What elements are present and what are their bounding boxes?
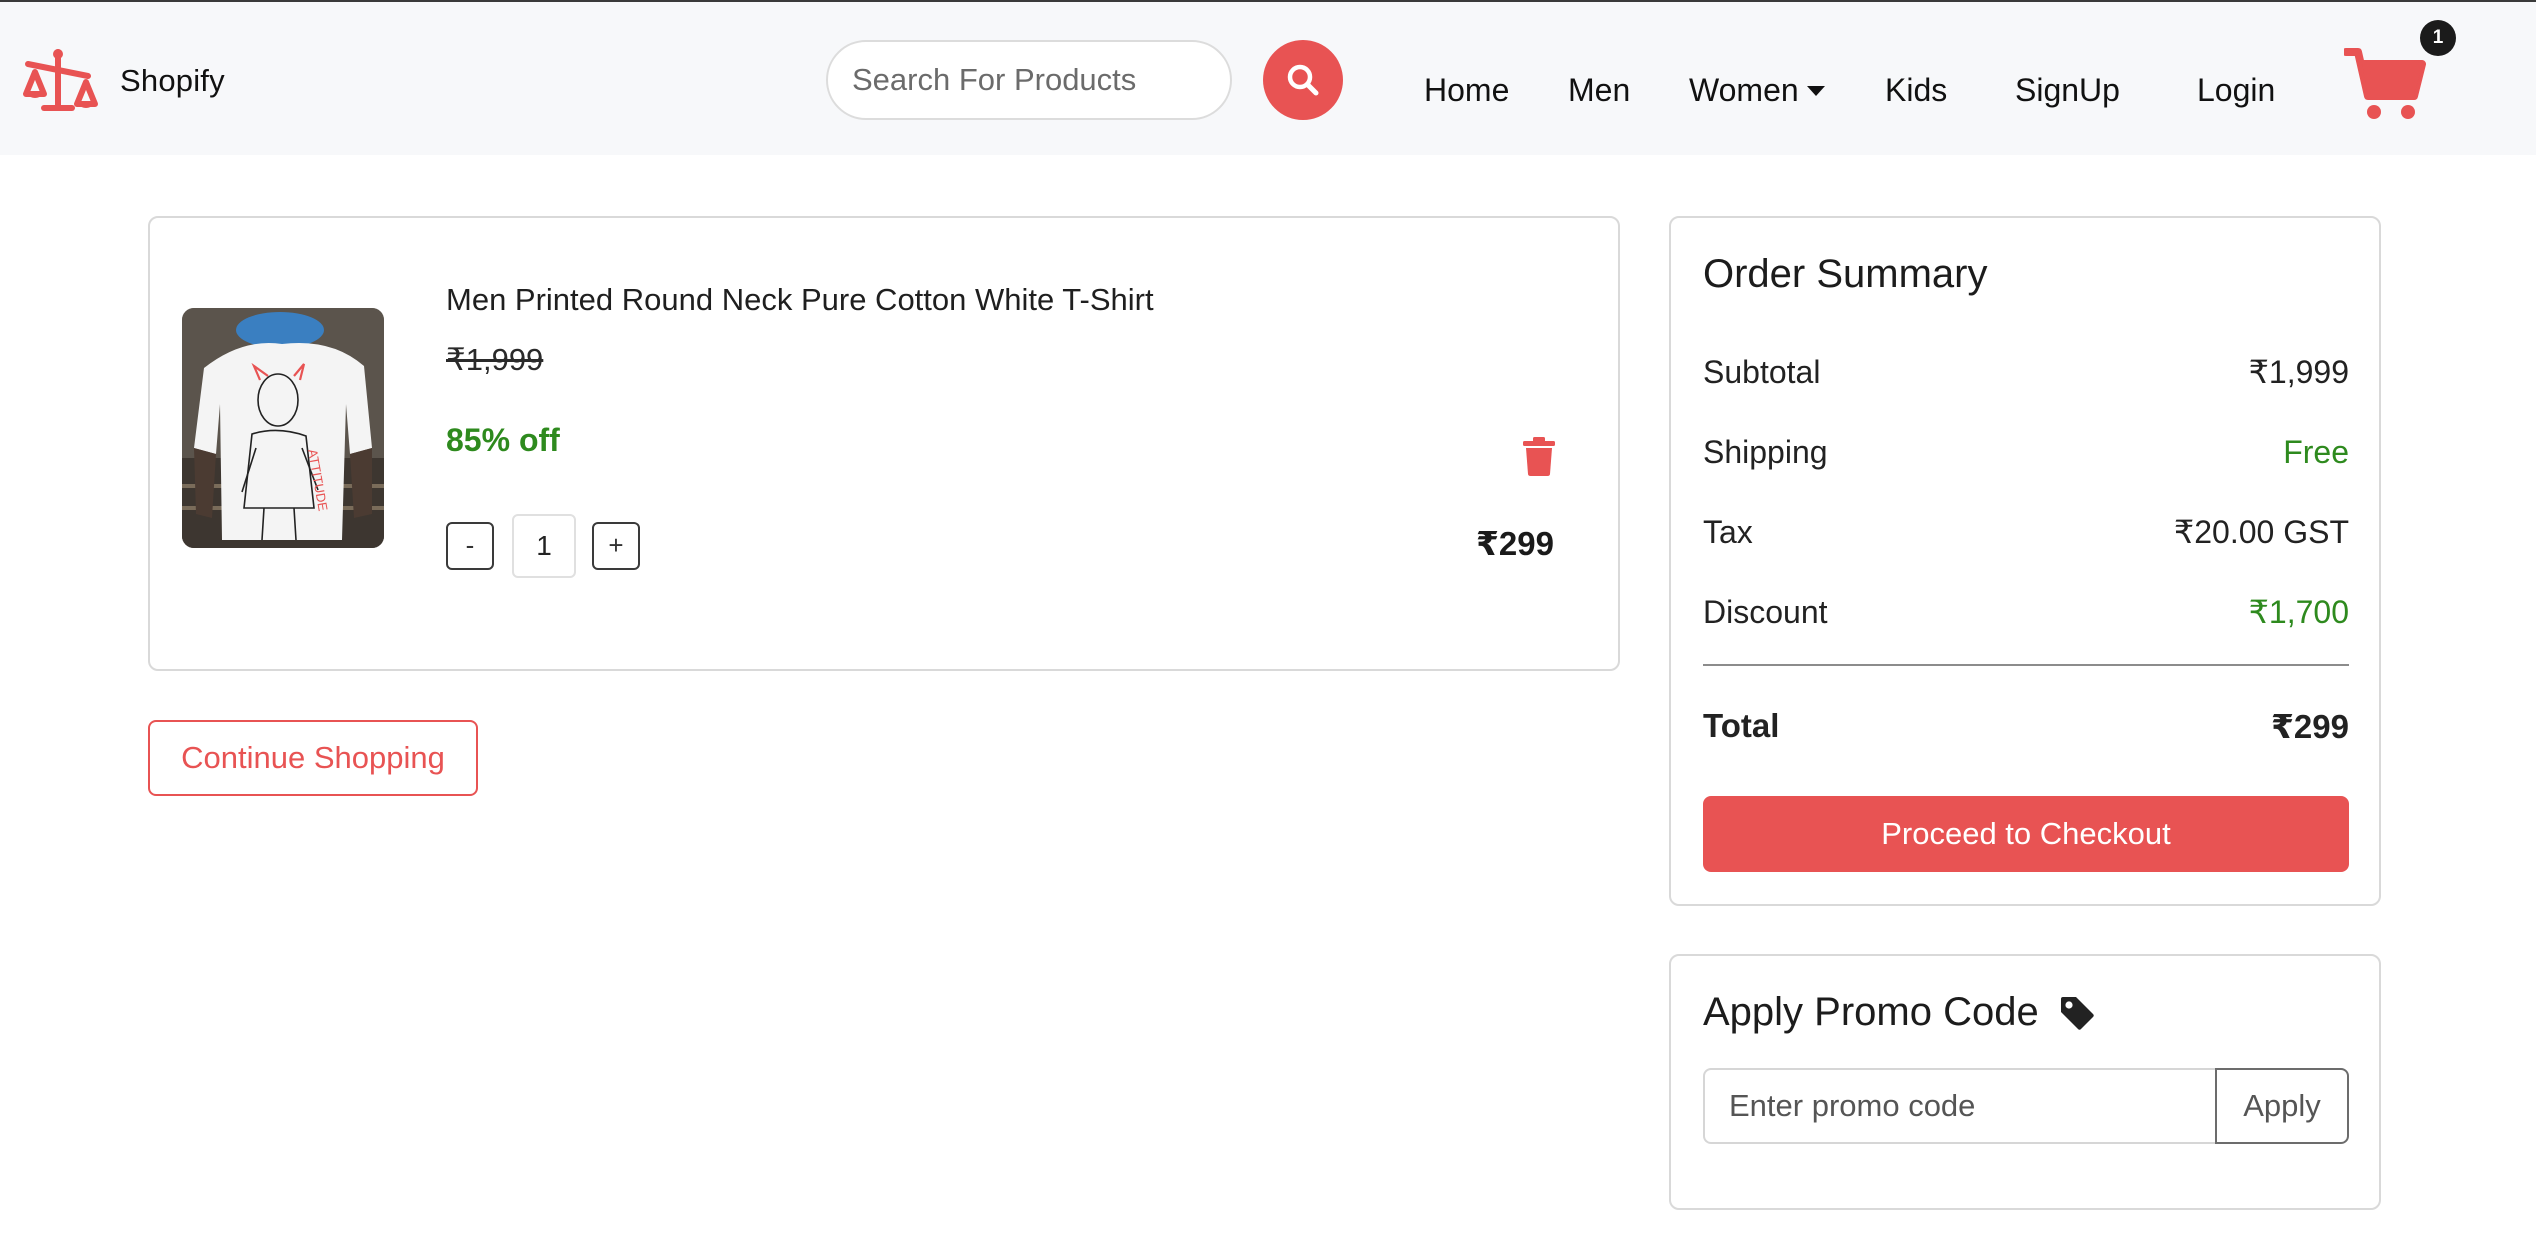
promo-title: Apply Promo Code — [1703, 990, 2095, 1035]
tax-row: Tax ₹20.00 GST — [1703, 510, 2349, 554]
shipping-value: Free — [2283, 433, 2349, 470]
search-button[interactable] — [1263, 40, 1343, 120]
brand-name: Shopify — [120, 63, 225, 98]
scale-logo-icon — [23, 49, 98, 111]
nav-women[interactable]: Women — [1689, 68, 1825, 112]
brand[interactable]: Shopify — [22, 44, 225, 118]
quantity-input[interactable] — [512, 514, 576, 578]
cart-count-badge: 1 — [2420, 20, 2456, 56]
discount-percent: 85% off — [446, 422, 560, 458]
discount-label: Discount — [1703, 593, 1828, 630]
quantity-increment-button[interactable]: + — [592, 522, 640, 570]
apply-promo-button[interactable]: Apply — [2215, 1068, 2349, 1144]
summary-divider — [1703, 664, 2349, 666]
subtotal-label: Subtotal — [1703, 353, 1821, 390]
nav-kids[interactable]: Kids — [1885, 68, 1947, 112]
search-input[interactable] — [826, 40, 1232, 120]
navbar: Shopify Home Men Women Kids SignUp Login… — [0, 0, 2536, 155]
tag-icon — [2060, 996, 2094, 1030]
discount-value: ₹1,700 — [2248, 594, 2349, 630]
order-summary-card: Order Summary Subtotal ₹1,999 Shipping F… — [1669, 216, 2381, 906]
discount-row: Discount ₹1,700 — [1703, 590, 2349, 634]
product-title[interactable]: Men Printed Round Neck Pure Cotton White… — [446, 282, 1154, 318]
trash-icon[interactable] — [1522, 436, 1556, 476]
product-image[interactable]: ATTITUDE — [182, 308, 384, 548]
nav-home[interactable]: Home — [1424, 68, 1509, 112]
proceed-to-checkout-button[interactable]: Proceed to Checkout — [1703, 796, 2349, 872]
cart-button[interactable] — [2342, 46, 2426, 124]
subtotal-value: ₹1,999 — [2248, 354, 2349, 390]
shipping-label: Shipping — [1703, 433, 1828, 470]
total-row: Total ₹299 — [1703, 704, 2349, 748]
total-value: ₹299 — [2270, 707, 2349, 745]
shipping-row: Shipping Free — [1703, 430, 2349, 474]
continue-shopping-button[interactable]: Continue Shopping — [148, 720, 478, 796]
subtotal-row: Subtotal ₹1,999 — [1703, 350, 2349, 394]
original-price: ₹1,999 — [446, 342, 544, 377]
order-summary-title: Order Summary — [1703, 252, 1988, 296]
tshirt-photo: ATTITUDE — [182, 308, 384, 548]
nav-signup[interactable]: SignUp — [2015, 68, 2120, 112]
promo-code-input[interactable] — [1703, 1068, 2215, 1144]
item-final-price: ₹299 — [1475, 525, 1554, 562]
tax-value: ₹20.00 GST — [2173, 514, 2349, 550]
cart-icon — [2342, 48, 2426, 119]
search-icon — [1287, 64, 1319, 96]
promo-code-card: Apply Promo Code Apply — [1669, 954, 2381, 1210]
nav-women-label: Women — [1689, 72, 1799, 108]
nav-men[interactable]: Men — [1568, 68, 1630, 112]
quantity-decrement-button[interactable]: - — [446, 522, 494, 570]
cart-item-card: ATTITUDE Men Printed Round Neck Pure Cot… — [148, 216, 1620, 671]
cart-page: Shopify Home Men Women Kids SignUp Login… — [0, 0, 2536, 1246]
tax-label: Tax — [1703, 513, 1753, 550]
nav-login[interactable]: Login — [2197, 68, 2275, 112]
total-label: Total — [1703, 707, 1780, 744]
promo-title-text: Apply Promo Code — [1703, 990, 2039, 1034]
caret-down-icon — [1806, 85, 1825, 96]
